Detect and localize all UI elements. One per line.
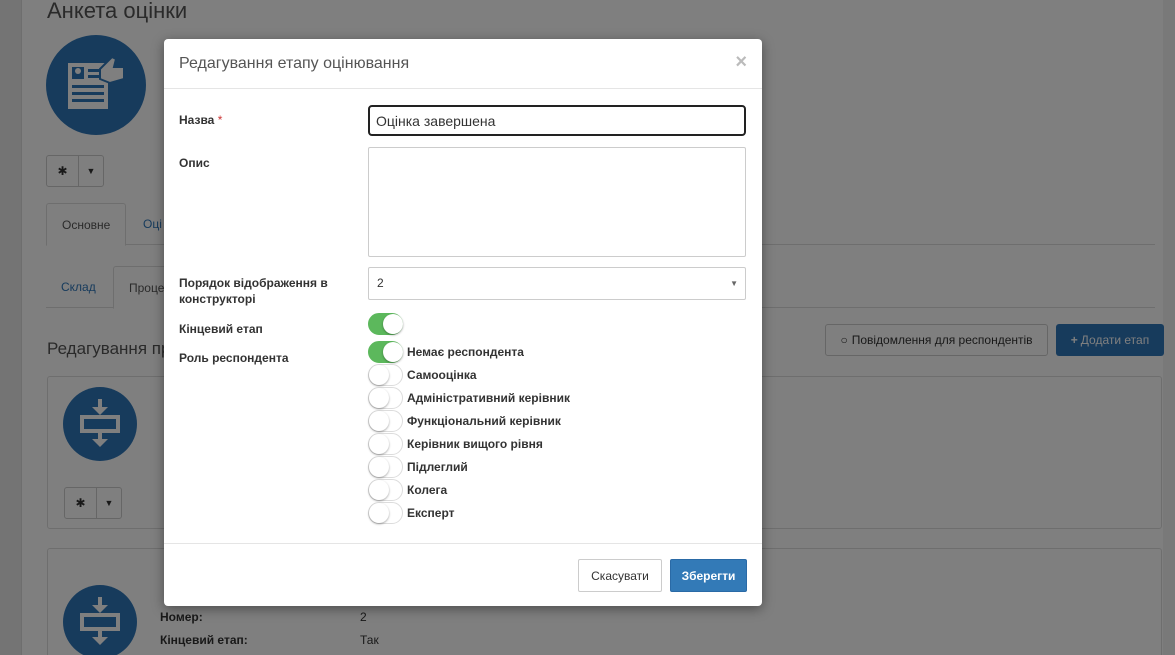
role-option-label: Немає респондента (407, 345, 524, 359)
name-label-text: Назва (179, 113, 215, 127)
role-label: Роль респондента (179, 351, 289, 365)
role-option-label: Керівник вищого рівня (407, 437, 543, 451)
role-option-label: Колега (407, 483, 448, 497)
modal-header: Редагування етапу оцінювання × (164, 39, 762, 89)
save-button[interactable]: Зберегти (670, 559, 747, 592)
toggle-knob (369, 457, 389, 477)
role-toggle[interactable] (368, 364, 403, 386)
toggle-knob (383, 342, 403, 362)
name-input[interactable] (368, 105, 746, 136)
description-textarea[interactable] (368, 147, 746, 257)
role-option-label: Експерт (407, 506, 455, 520)
modal-footer: Скасувати Зберегти (164, 543, 762, 606)
role-toggle[interactable] (368, 479, 403, 501)
toggle-knob (369, 365, 389, 385)
role-option-label: Самооцінка (407, 368, 477, 382)
name-label: Назва * (179, 112, 354, 128)
role-toggle[interactable] (368, 433, 403, 455)
role-option-label: Функціональний керівник (407, 414, 561, 428)
required-mark: * (217, 113, 223, 127)
role-toggle[interactable] (368, 387, 403, 409)
toggle-knob (383, 314, 403, 334)
edit-stage-modal: Редагування етапу оцінювання × Назва * О… (164, 39, 762, 606)
toggle-knob (369, 388, 389, 408)
order-label: Порядок відображення в конструкторі (179, 276, 328, 306)
role-option-label: Адміністративний керівник (407, 391, 570, 405)
toggle-knob (369, 480, 389, 500)
modal-title: Редагування етапу оцінювання (179, 55, 410, 72)
cancel-button[interactable]: Скасувати (578, 559, 662, 592)
toggle-knob (369, 503, 389, 523)
final-stage-label: Кінцевий етап (179, 322, 263, 336)
order-select-value: 2 (377, 276, 384, 290)
toggle-knob (369, 434, 389, 454)
close-icon[interactable]: × (735, 52, 747, 72)
caret-down-icon: ▼ (730, 279, 738, 288)
role-toggle[interactable] (368, 502, 403, 524)
role-option-label: Підлеглий (407, 460, 468, 474)
role-toggle[interactable] (368, 456, 403, 478)
final-stage-toggle[interactable] (368, 313, 403, 335)
role-toggle[interactable] (368, 410, 403, 432)
description-label: Опис (179, 156, 210, 170)
order-select[interactable]: 2 ▼ (368, 267, 746, 300)
role-toggle[interactable] (368, 341, 403, 363)
toggle-knob (369, 411, 389, 431)
